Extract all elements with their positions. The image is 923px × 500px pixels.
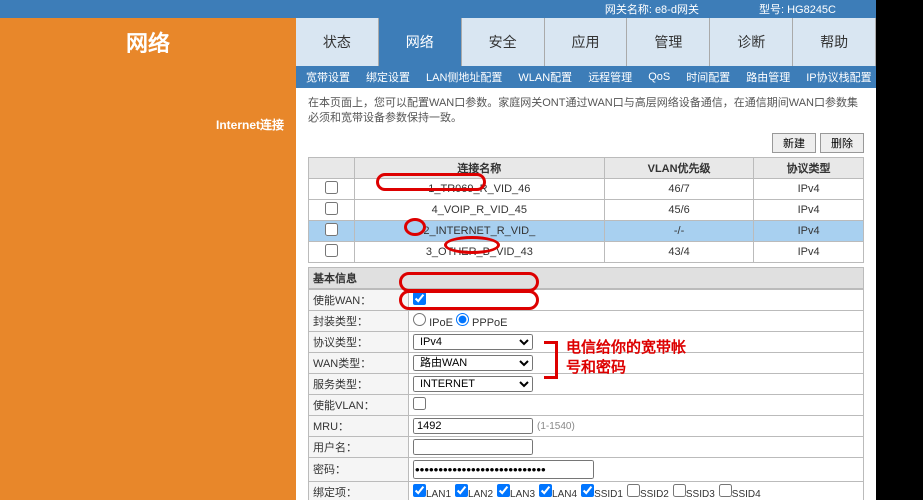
password-input[interactable] <box>413 460 594 479</box>
encap-label: 封装类型： <box>309 310 409 331</box>
subtab-4[interactable]: 远程管理 <box>588 69 632 85</box>
main-tabs: 状态网络安全应用管理诊断帮助 <box>296 18 876 66</box>
gateway-name: 网关名称: e8-d网关 <box>605 1 699 17</box>
mru-label: MRU： <box>309 415 409 436</box>
delete-button[interactable]: 删除 <box>820 133 864 153</box>
username-input[interactable] <box>413 439 533 455</box>
tab-1[interactable]: 网络 <box>379 18 462 66</box>
enable-wan-checkbox[interactable] <box>413 292 426 305</box>
sidebar: Internet连接 <box>0 88 296 500</box>
connection-table: 连接名称VLAN优先级协议类型 1_TR069_R_VID_4646/7IPv4… <box>308 157 864 263</box>
tab-5[interactable]: 诊断 <box>710 18 793 66</box>
conn-row-0[interactable]: 1_TR069_R_VID_4646/7IPv4 <box>309 178 864 199</box>
bind-SSID4[interactable]: SSID4 <box>719 489 761 500</box>
subtab-7[interactable]: 路由管理 <box>746 69 790 85</box>
subtab-3[interactable]: WLAN配置 <box>518 69 572 85</box>
page-title: 网络 <box>0 18 296 66</box>
subtab-2[interactable]: LAN侧地址配置 <box>426 69 502 85</box>
encap-ipoe[interactable]: IPoE <box>413 317 453 329</box>
wan-type-select[interactable]: 路由WAN <box>413 355 533 371</box>
description: 在本页面上，您可以配置WAN口参数。家庭网关ONT通过WAN口与高层网络设备通信… <box>308 96 864 127</box>
service-label: 服务类型： <box>309 373 409 394</box>
mru-input[interactable] <box>413 418 533 434</box>
bind-label: 绑定项： <box>309 481 409 500</box>
service-select[interactable]: INTERNET <box>413 376 533 392</box>
tab-4[interactable]: 管理 <box>627 18 710 66</box>
section-basic: 基本信息 <box>308 267 864 289</box>
wan-type-label: WAN类型： <box>309 352 409 373</box>
conn-row-1[interactable]: 4_VOIP_R_VID_4545/6IPv4 <box>309 199 864 220</box>
username-label: 用户名： <box>309 436 409 457</box>
conn-row-2[interactable]: 2_INTERNET_R_VID_-/-IPv4 <box>309 220 864 241</box>
tab-3[interactable]: 应用 <box>545 18 628 66</box>
model: 型号: HG8245C <box>759 1 836 17</box>
subtab-1[interactable]: 绑定设置 <box>366 69 410 85</box>
sub-tabs: 宽带设置绑定设置 LAN侧地址配置 WLAN配置远程管理 QoS 时间配置路由管理 IP协… <box>296 66 876 88</box>
subtab-8[interactable]: IP协议栈配置 <box>806 69 871 85</box>
bind-SSID3[interactable]: SSID3 <box>673 489 715 500</box>
enable-wan-label: 使能WAN： <box>309 289 409 310</box>
conn-row-3[interactable]: 3_OTHER_B_VID_4343/4IPv4 <box>309 241 864 262</box>
proto-label: 协议类型： <box>309 331 409 352</box>
bind-LAN3[interactable]: LAN3 <box>497 489 535 500</box>
bind-LAN4[interactable]: LAN4 <box>539 489 577 500</box>
encap-pppoe[interactable]: PPPoE <box>456 317 508 329</box>
content: 在本页面上，您可以配置WAN口参数。家庭网关ONT通过WAN口与高层网络设备通信… <box>296 88 876 500</box>
new-button[interactable]: 新建 <box>772 133 816 153</box>
tab-6[interactable]: 帮助 <box>793 18 876 66</box>
bind-LAN1[interactable]: LAN1 <box>413 489 451 500</box>
tab-0[interactable]: 状态 <box>296 18 379 66</box>
password-label: 密码： <box>309 457 409 481</box>
basic-form: 使能WAN： 封装类型： IPoE PPPoE 协议类型： IPv4 WAN类型… <box>308 289 864 500</box>
bind-LAN2[interactable]: LAN2 <box>455 489 493 500</box>
enable-vlan-checkbox[interactable] <box>413 397 426 410</box>
sidebar-item-internet[interactable]: Internet连接 <box>0 108 296 141</box>
subtab-6[interactable]: 时间配置 <box>686 69 730 85</box>
tab-2[interactable]: 安全 <box>462 18 545 66</box>
bind-SSID2[interactable]: SSID2 <box>627 489 669 500</box>
bind-SSID1[interactable]: SSID1 <box>581 489 623 500</box>
subtab-0[interactable]: 宽带设置 <box>306 69 350 85</box>
proto-select[interactable]: IPv4 <box>413 334 533 350</box>
enable-vlan-label: 使能VLAN： <box>309 394 409 415</box>
topbar: 网关名称: e8-d网关 型号: HG8245C <box>0 0 876 18</box>
subtab-5[interactable]: QoS <box>648 71 670 83</box>
